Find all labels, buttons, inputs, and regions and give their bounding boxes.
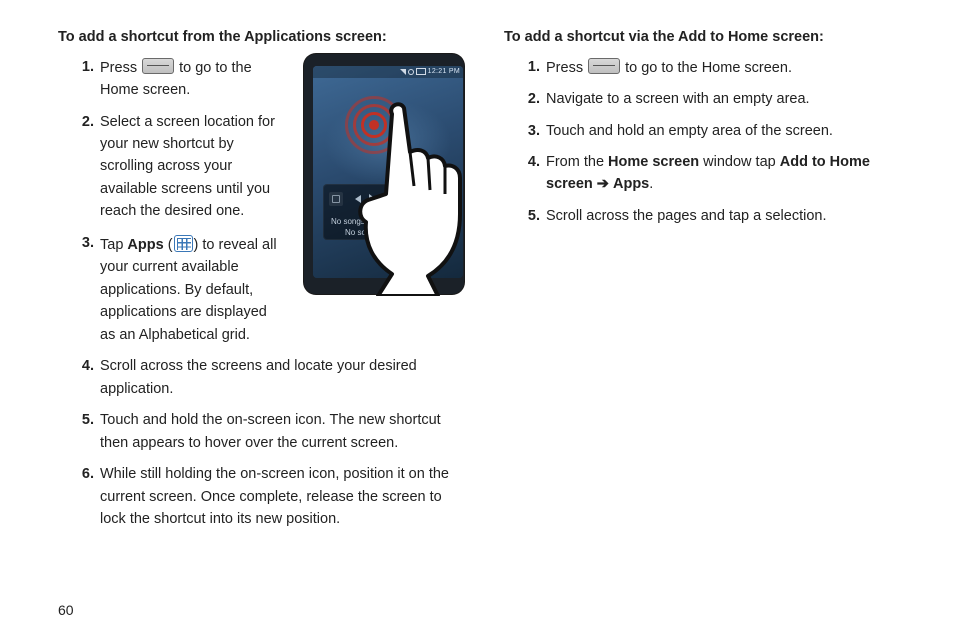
text: Navigate to a screen with an empty area. [546, 91, 810, 107]
text: From the [546, 154, 608, 170]
left-step-1: 1. Press to go to the Home screen. [100, 56, 470, 102]
two-column-layout: To add a shortcut from the Applications … [58, 28, 916, 620]
left-steps: 1. Press to go to the Home screen. 2. Se… [58, 56, 470, 531]
text: window tap [703, 154, 780, 170]
home-screen-label: Home screen [608, 154, 699, 170]
right-column: To add a shortcut via the Add to Home sc… [504, 28, 916, 620]
text: Press [100, 60, 141, 76]
apps-grid-icon [174, 235, 193, 252]
right-step-2: 2. Navigate to a screen with an empty ar… [546, 88, 916, 110]
text: to go to the Home screen. [625, 60, 792, 76]
page-number: 60 [58, 602, 74, 618]
left-step-4: 4. Scroll across the screens and locate … [100, 355, 470, 400]
apps-label: Apps [613, 176, 649, 192]
text: ( [168, 237, 173, 253]
manual-page: To add a shortcut from the Applications … [0, 0, 954, 636]
right-step-1: 1. Press to go to the Home screen. [546, 56, 916, 79]
right-step-5: 5. Scroll across the pages and tap a sel… [546, 205, 916, 227]
right-steps: 1. Press to go to the Home screen. 2. Na… [504, 56, 916, 228]
left-column: To add a shortcut from the Applications … [58, 28, 470, 620]
text: Scroll across the pages and tap a select… [546, 208, 827, 224]
right-heading: To add a shortcut via the Add to Home sc… [504, 28, 916, 48]
home-button-icon [588, 58, 620, 74]
home-button-icon [142, 58, 174, 74]
left-heading: To add a shortcut from the Applications … [58, 28, 470, 48]
text: Scroll across the screens and locate you… [100, 358, 417, 396]
right-step-4: 4. From the Home screen window tap Add t… [546, 151, 916, 196]
arrow-right-icon: ➔ [597, 176, 609, 192]
text: Select a screen location for your new sh… [100, 111, 470, 223]
text: Touch and hold the on-screen icon. The n… [100, 412, 441, 450]
text: Tap [100, 237, 127, 253]
text: Touch and hold an empty area of the scre… [546, 123, 833, 139]
text: . [649, 176, 653, 192]
left-step-6: 6. While still holding the on-screen ico… [100, 463, 470, 530]
left-step-5: 5. Touch and hold the on-screen icon. Th… [100, 409, 470, 454]
right-step-3: 3. Touch and hold an empty area of the s… [546, 120, 916, 142]
left-step-3: 3. Tap Apps () to reveal all your curren… [100, 232, 470, 346]
text: Press [546, 60, 587, 76]
text: While still holding the on-screen icon, … [100, 466, 449, 527]
left-step-2: 2. Select a screen location for your new… [100, 111, 470, 223]
apps-label: Apps [127, 237, 163, 253]
